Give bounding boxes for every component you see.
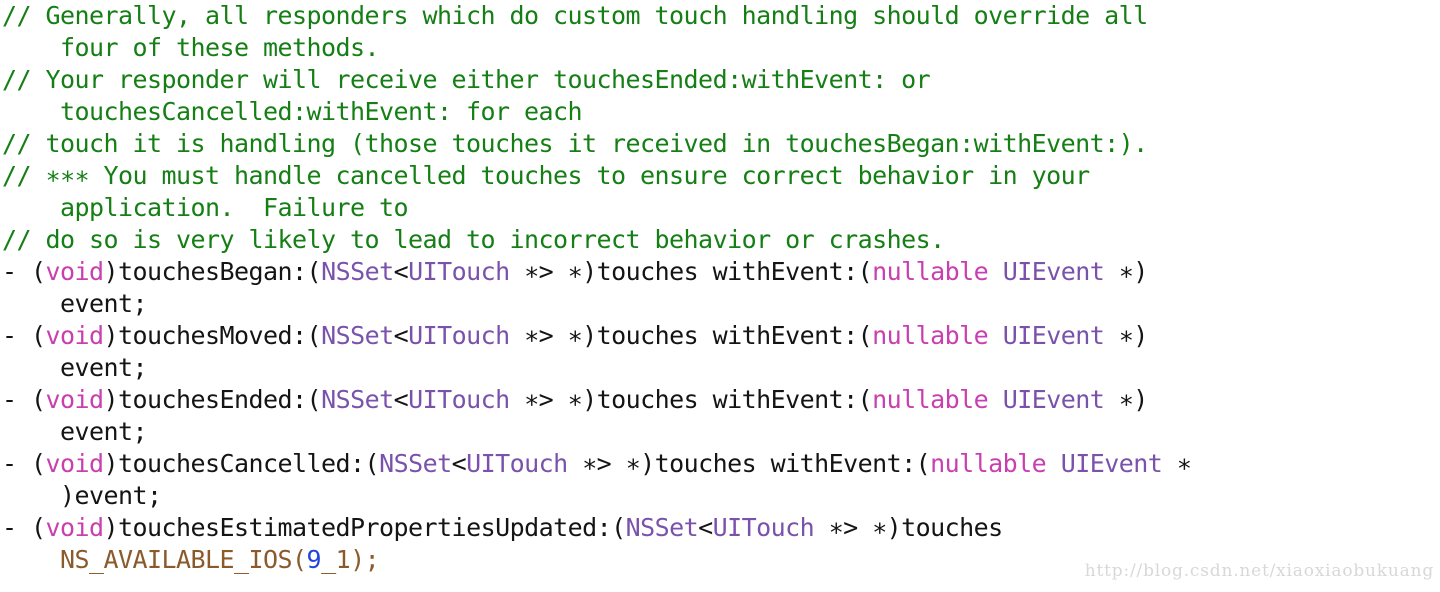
code-token-type: NSSet	[625, 513, 699, 542]
code-token-plain: <	[698, 513, 713, 542]
code-token-type: UIEvent	[1060, 449, 1163, 478]
code-token-plain: <	[451, 449, 467, 478]
code-token-plain: ∗> ∗)touches	[814, 513, 1004, 542]
code-token-type: NSSet	[321, 257, 394, 286]
code-token-plain: )touchesBegan:(	[103, 257, 322, 286]
code-token-plain: )touchesMoved:(	[103, 321, 322, 350]
code-token-comment: // ∗∗∗ You must handle cancelled touches…	[2, 161, 1090, 190]
code-line: - (void)touchesEnded:(NSSet<UITouch ∗> ∗…	[0, 384, 1440, 416]
code-token-plain: - (	[2, 449, 46, 478]
code-token-plain: <	[393, 257, 409, 286]
code-token-plain: event;	[2, 353, 148, 382]
code-token-comment: application. Failure to	[2, 193, 409, 222]
code-token-type: UIEvent	[1002, 321, 1105, 350]
code-token-plain: ∗)	[1104, 257, 1149, 286]
code-line: application. Failure to	[0, 192, 1440, 224]
code-token-keyword: void	[45, 321, 105, 350]
code-line: // do so is very likely to lead to incor…	[0, 224, 1440, 256]
code-snippet-view: // Generally, all responders which do cu…	[0, 0, 1440, 592]
code-token-plain: ∗)	[1104, 385, 1149, 414]
code-token-keyword: nullable	[930, 449, 1047, 478]
code-line: // ∗∗∗ You must handle cancelled touches…	[0, 160, 1440, 192]
code-line: event;	[0, 416, 1440, 448]
code-line: - (void)touchesCancelled:(NSSet<UITouch …	[0, 448, 1440, 480]
code-token-macro: NS_AVAILABLE_IOS(	[60, 545, 307, 574]
code-lines-container: // Generally, all responders which do cu…	[0, 0, 1440, 576]
code-token-plain: - (	[2, 513, 46, 542]
code-token-plain: event;	[2, 289, 148, 318]
code-line: // Generally, all responders which do cu…	[0, 0, 1440, 32]
code-token-type: UIEvent	[1002, 257, 1105, 286]
code-token-plain: ∗	[1162, 449, 1192, 478]
code-token-plain: ∗> ∗)touches withEvent:(	[509, 257, 873, 286]
code-line: event;	[0, 288, 1440, 320]
code-token-keyword: nullable	[872, 257, 989, 286]
code-token-keyword: void	[45, 385, 105, 414]
code-token-plain: <	[393, 321, 409, 350]
code-token-plain: event;	[2, 417, 148, 446]
code-token-comment: // Generally, all responders which do cu…	[2, 1, 1148, 30]
code-token-number: 9	[306, 545, 322, 574]
code-token-type: UIEvent	[1002, 385, 1105, 414]
code-token-comment: // touch it is handling (those touches i…	[2, 129, 1148, 158]
code-token-plain: )touchesCancelled:(	[103, 449, 380, 478]
code-token-plain: ∗> ∗)touches withEvent:(	[509, 321, 873, 350]
code-line: - (void)touchesBegan:(NSSet<UITouch ∗> ∗…	[0, 256, 1440, 288]
code-token-type: NSSet	[379, 449, 452, 478]
code-token-plain: - (	[2, 321, 46, 350]
code-token-comment: // do so is very likely to lead to incor…	[2, 225, 945, 254]
code-token-keyword: nullable	[872, 321, 989, 350]
code-token-type: UITouch	[466, 449, 568, 478]
code-line: // Your responder will receive either to…	[0, 64, 1440, 96]
code-line: - (void)touchesMoved:(NSSet<UITouch ∗> ∗…	[0, 320, 1440, 352]
code-token-type: UITouch	[408, 257, 510, 286]
code-line: // touch it is handling (those touches i…	[0, 128, 1440, 160]
code-token-keyword: nullable	[872, 385, 989, 414]
code-token-comment: // Your responder will receive either to…	[2, 65, 931, 94]
code-line: - (void)touchesEstimatedPropertiesUpdate…	[0, 512, 1440, 544]
code-token-plain: ∗)	[1104, 321, 1149, 350]
code-token-plain: )event;	[2, 481, 162, 510]
code-token-comment: four of these methods.	[2, 33, 380, 62]
code-token-plain: ∗> ∗)touches withEvent:(	[509, 385, 873, 414]
code-token-plain: )touchesEstimatedPropertiesUpdated:(	[103, 513, 627, 542]
code-line: touchesCancelled:withEvent: for each	[0, 96, 1440, 128]
code-token-type: NSSet	[321, 385, 394, 414]
code-token-macro: _1);	[321, 545, 380, 574]
code-token-type: UITouch	[712, 513, 815, 542]
code-token-type: NSSet	[321, 321, 394, 350]
code-token-keyword: void	[45, 449, 105, 478]
code-token-keyword: void	[45, 257, 105, 286]
watermark-text: http://blog.csdn.net/xiaoxiaobukuang	[1084, 561, 1434, 581]
code-token-comment: touchesCancelled:withEvent: for each	[2, 97, 583, 126]
code-token-plain: ∗> ∗)touches withEvent:(	[567, 449, 931, 478]
code-token-plain: <	[393, 385, 409, 414]
code-token-keyword: void	[45, 513, 105, 542]
code-line: )event;	[0, 480, 1440, 512]
code-token-plain: - (	[2, 257, 46, 286]
code-token-type: UITouch	[408, 321, 510, 350]
code-token-plain: - (	[2, 385, 46, 414]
code-token-plain: )touchesEnded:(	[103, 385, 322, 414]
code-token-type: UITouch	[408, 385, 510, 414]
code-line: event;	[0, 352, 1440, 384]
code-line: four of these methods.	[0, 32, 1440, 64]
